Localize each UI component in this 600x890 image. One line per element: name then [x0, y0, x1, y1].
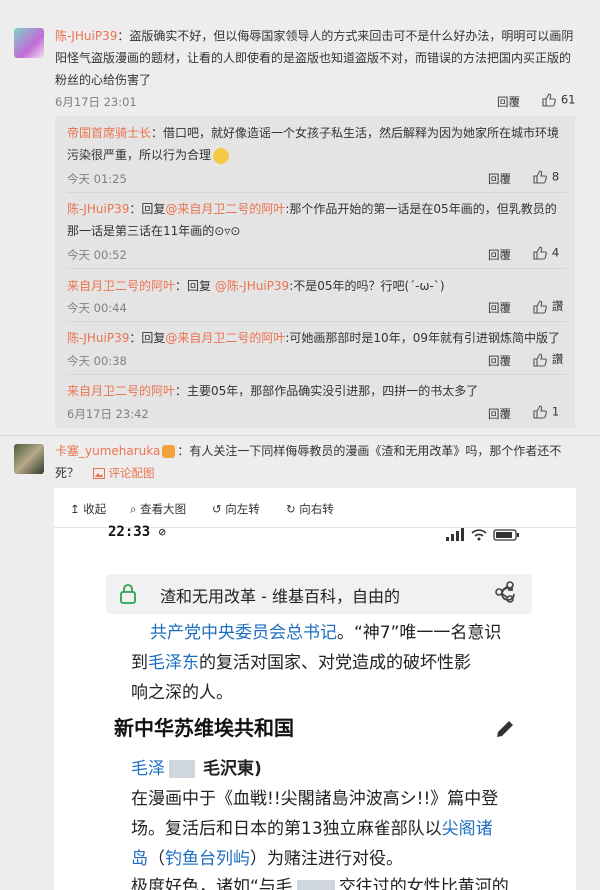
divider [67, 192, 567, 193]
comment-image-viewer[interactable]: ↥ 收起 ⌕ 查看大图 ↺ 向左转 ↻ 向右转 22:33 ⊘ 渣和无用改革 -… [54, 488, 576, 890]
blurred-region [169, 760, 195, 778]
reply-username[interactable]: 陈-JHuiP39 [67, 331, 129, 345]
reply-username[interactable]: 来自月卫二号的阿叶 [67, 384, 175, 398]
article-link[interactable]: 钓鱼台列屿 [165, 849, 250, 869]
comment-image-link[interactable]: 评论配图 [92, 466, 155, 480]
signal-icon [446, 528, 526, 545]
reply-button[interactable]: 回覆 [488, 300, 511, 316]
like-button[interactable]: 61 [541, 92, 575, 108]
like-button[interactable]: 4 [532, 245, 559, 261]
article-link[interactable]: 尖阁诸 [442, 819, 493, 839]
blurred-region [296, 880, 335, 890]
reply-button[interactable]: 回覆 [488, 406, 511, 422]
avatar[interactable] [14, 28, 44, 58]
like-count: 8 [551, 169, 560, 184]
reply-time: 今天 00:52 [67, 248, 127, 262]
like-button[interactable]: 1 [532, 404, 559, 420]
reply-username[interactable]: 帝国首席骑士长 [67, 126, 151, 140]
mention-link[interactable]: @陈-JHuiP39 [215, 279, 289, 293]
like-count: 4 [551, 245, 560, 260]
comment-text: 卡塞_yumeharuka ：有人关注一下同样侮辱教员的漫画《渣和无用改革》吗，那… [55, 444, 562, 480]
page-title: 渣和无用改革 - 维基百科，自由的 [160, 587, 400, 606]
article-line: 毛泽 毛沢東) [131, 759, 262, 779]
article-line: 岛（钓鱼台列屿）为赌注进行对役。 [131, 849, 403, 869]
like-button[interactable]: 讚 [532, 298, 563, 315]
divider [67, 268, 567, 269]
collapse-button[interactable]: ↥ 收起 [70, 501, 106, 517]
article-link[interactable]: 共产党中央委员会总书记 [150, 623, 337, 643]
thumbs-up-icon [533, 246, 547, 260]
reply-button[interactable]: 回覆 [497, 94, 520, 110]
like-count: 讚 [551, 352, 564, 366]
reply-item: 来自月卫二号的阿叶：主要05年，那部作品确实没引进那，四拼一的书太多了 [67, 384, 479, 398]
reply-time: 今天 00:38 [67, 354, 127, 368]
divider [0, 435, 600, 436]
comment-username[interactable]: 陈-JHuiP39 [55, 29, 117, 43]
like-count: 1 [551, 404, 560, 419]
reply-item: 来自月卫二号的阿叶：回复 @陈-JHuiP39:不是05年的吗？行吧(´-ω-`… [67, 279, 445, 293]
reply-button[interactable]: 回覆 [488, 171, 511, 187]
view-large-button[interactable]: ⌕ 查看大图 [130, 501, 186, 517]
reply-item: 陈-JHuiP39：回复@来自月卫二号的阿叶:那个作品开始的第一话是在05年画的… [67, 202, 557, 238]
image-icon [92, 468, 105, 479]
address-bar[interactable]: 渣和无用改革 - 维基百科，自由的 [106, 574, 532, 614]
badge-icon [162, 445, 176, 458]
like-button[interactable]: 讚 [532, 351, 563, 368]
reply-time: 今天 00:44 [67, 301, 127, 315]
divider [67, 374, 567, 375]
thumbs-up-icon [542, 93, 556, 107]
reply-time: 今天 01:25 [67, 172, 127, 186]
comment-text: 陈-JHuiP39：盗版确实不好，但以侮辱国家领导人的方式来回击可不是什么好办法… [55, 29, 574, 87]
article-link[interactable]: 毛泽 [131, 759, 165, 779]
search-icon: ⌕ [130, 502, 137, 516]
rotate-left-button[interactable]: ↺ 向左转 [212, 501, 260, 517]
article-line: 极度好色，诸如“与毛 交往过的女性比黄河的 [131, 872, 509, 890]
mention-link[interactable]: @来自月卫二号的阿叶 [165, 202, 285, 216]
reply-time: 6月17日 23:42 [67, 407, 149, 421]
reply-username[interactable]: 来自月卫二号的阿叶 [67, 279, 175, 293]
reply-username[interactable]: 陈-JHuiP39 [67, 202, 129, 216]
edit-icon[interactable] [494, 718, 516, 740]
article-line: 场。复活后和日本的第13独立麻雀部队以尖阁诸 [131, 819, 493, 839]
image-toolbar: ↥ 收起 ⌕ 查看大图 ↺ 向左转 ↻ 向右转 [54, 488, 576, 528]
section-heading: 新中华苏维埃共和国 [114, 716, 294, 740]
avatar[interactable] [14, 444, 44, 474]
comment-username[interactable]: 卡塞_yumeharuka [55, 444, 160, 458]
thumbs-up-icon [533, 352, 547, 367]
reply-item: 陈-JHuiP39：回复@来自月卫二号的阿叶:可她画那部时是10年，09年就有引… [67, 331, 560, 345]
status-time: 22:33 ⊘ [108, 524, 166, 540]
lock-icon [120, 584, 136, 604]
article-line: 到毛泽东的复活对国家、对党造成的破坏性影 [131, 653, 471, 673]
article-line: 共产党中央委员会总书记。“神7”唯一一名意识 [150, 623, 502, 643]
rotate-right-button[interactable]: ↻ 向右转 [286, 501, 334, 517]
thumbs-up-icon [533, 405, 547, 419]
like-button[interactable]: 8 [532, 169, 559, 185]
share-icon[interactable] [494, 581, 516, 603]
like-count: 讚 [551, 299, 564, 313]
comment-time: 6月17日 23:01 [55, 95, 137, 109]
thumbs-up-icon [533, 299, 547, 314]
emoji-icon [213, 147, 230, 164]
mention-link[interactable]: @来自月卫二号的阿叶 [165, 331, 285, 345]
arrow-up-icon: ↥ [70, 502, 80, 516]
like-count: 61 [560, 92, 576, 107]
rotate-right-icon: ↻ [286, 502, 296, 516]
reply-button[interactable]: 回覆 [488, 353, 511, 369]
article-link[interactable]: 毛泽东 [148, 653, 199, 673]
thumbs-up-icon [533, 170, 547, 184]
divider [67, 321, 567, 322]
article-link[interactable]: 岛 [131, 849, 148, 869]
article-line: 在漫画中于《血戦!!尖閣諸島沖波高シ!!》篇中登 [131, 789, 499, 809]
article-line: 响之深的人。 [131, 683, 233, 703]
rotate-left-icon: ↺ [212, 502, 222, 516]
reply-button[interactable]: 回覆 [488, 247, 511, 263]
reply-item: 帝国首席骑士长：借口吧，就好像造谣一个女孩子私生活，然后解释为因为她家所在城市环… [67, 126, 560, 164]
check-circle-icon: ⊘ [158, 525, 166, 539]
